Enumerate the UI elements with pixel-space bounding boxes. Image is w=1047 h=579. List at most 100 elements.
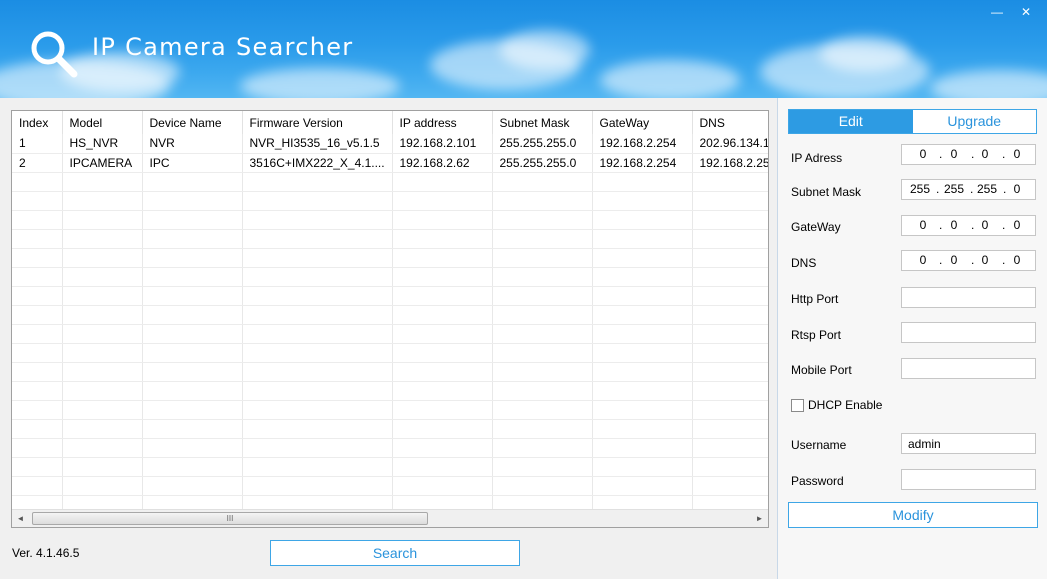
table-cell [492, 343, 593, 363]
table-cell [592, 457, 693, 477]
table-row[interactable] [12, 248, 768, 268]
ip-octet[interactable]: 0 [910, 147, 936, 161]
table-cell [592, 381, 693, 401]
table-row[interactable] [12, 438, 768, 458]
ip-octet[interactable]: 0 [1004, 147, 1030, 161]
minimize-icon[interactable]: — [984, 2, 1010, 22]
table-cell [592, 248, 693, 268]
table-cell [692, 419, 768, 439]
table-row[interactable] [12, 172, 768, 192]
subnet-octet[interactable]: 0 [1004, 182, 1030, 196]
table-row[interactable] [12, 381, 768, 401]
column-header[interactable]: Model [62, 111, 143, 134]
table-row[interactable]: 2 IPCAMERA IPC 3516C+IMX222_X_4.1.... 192.16… [12, 153, 768, 173]
table-cell [692, 438, 768, 458]
gateway-octet[interactable]: 0 [1004, 218, 1030, 232]
table-row[interactable] [12, 305, 768, 325]
dns-octet[interactable]: 0 [941, 253, 967, 267]
gateway-octet[interactable]: 0 [910, 218, 936, 232]
ip-octet[interactable]: 0 [941, 147, 967, 161]
column-header[interactable]: Subnet Mask [492, 111, 593, 134]
dns-octet[interactable]: 0 [1004, 253, 1030, 267]
table-cell [392, 419, 493, 439]
username-input[interactable]: admin [901, 433, 1036, 454]
ip-octet[interactable]: 0 [972, 147, 998, 161]
table-cell [592, 419, 693, 439]
column-header[interactable]: IP address [392, 111, 493, 134]
mobile-port-input[interactable] [901, 358, 1036, 379]
rtsp-port-label: Rtsp Port [791, 328, 842, 342]
rtsp-port-input[interactable] [901, 322, 1036, 343]
magnifier-logo-icon [31, 31, 78, 78]
table-cell [692, 457, 768, 477]
table-row[interactable] [12, 191, 768, 211]
tab-edit[interactable]: Edit [789, 110, 913, 133]
horizontal-scrollbar[interactable]: ◄ III ► [12, 509, 768, 527]
table-row[interactable] [12, 267, 768, 287]
scroll-right-icon[interactable]: ► [751, 510, 768, 527]
ip-address-field[interactable]: 0 . 0 . 0 . 0 [901, 144, 1036, 165]
table-cell: NVR_HI3535_16_v5.1.5 [242, 134, 393, 154]
table-cell [62, 476, 143, 496]
http-port-input[interactable] [901, 287, 1036, 308]
column-header[interactable]: Index [12, 111, 63, 134]
panel-tabs: Edit Upgrade [788, 109, 1037, 134]
table-row[interactable] [12, 495, 768, 509]
table-cell [492, 362, 593, 382]
table-cell: 192.168.2.101 [392, 134, 493, 154]
dhcp-checkbox[interactable] [791, 398, 804, 412]
search-button[interactable]: Search [270, 540, 520, 566]
modify-button[interactable]: Modify [788, 502, 1038, 528]
table-row[interactable] [12, 324, 768, 344]
dhcp-row[interactable]: DHCP Enable [791, 398, 882, 412]
ip-address-label: IP Adress [791, 151, 843, 165]
table-cell [592, 210, 693, 230]
table-cell [12, 191, 63, 211]
table-cell [392, 191, 493, 211]
column-header[interactable]: Device Name [142, 111, 243, 134]
table-row[interactable] [12, 400, 768, 420]
table-cell [242, 381, 393, 401]
column-header[interactable]: DNS [692, 111, 768, 134]
subnet-octet[interactable]: 255 [974, 182, 1000, 196]
subnet-mask-field[interactable]: 255 . 255 . 255 . 0 [901, 179, 1036, 200]
table-row[interactable] [12, 419, 768, 439]
table-cell [62, 495, 143, 509]
table-cell [592, 495, 693, 509]
table-cell: HS_NVR [62, 134, 143, 154]
table-row[interactable] [12, 362, 768, 382]
table-row[interactable] [12, 210, 768, 230]
subnet-octet[interactable]: 255 [907, 182, 933, 196]
gateway-octet[interactable]: 0 [972, 218, 998, 232]
subnet-mask-label: Subnet Mask [791, 185, 862, 199]
dns-field[interactable]: 0 . 0 . 0 . 0 [901, 250, 1036, 271]
table-cell [142, 419, 243, 439]
gateway-octet[interactable]: 0 [941, 218, 967, 232]
column-header[interactable]: Firmware Version [242, 111, 393, 134]
table-cell [392, 476, 493, 496]
table-row[interactable] [12, 343, 768, 363]
dns-octet[interactable]: 0 [910, 253, 936, 267]
table-cell [692, 305, 768, 325]
dns-octet[interactable]: 0 [972, 253, 998, 267]
scroll-thumb[interactable]: III [32, 512, 428, 525]
tab-upgrade[interactable]: Upgrade [912, 110, 1036, 133]
password-input[interactable] [901, 469, 1036, 490]
scroll-left-icon[interactable]: ◄ [12, 510, 29, 527]
table-cell [692, 172, 768, 192]
table-row[interactable] [12, 286, 768, 306]
table-cell [392, 172, 493, 192]
table-row[interactable] [12, 476, 768, 496]
table-cell [692, 248, 768, 268]
gateway-field[interactable]: 0 . 0 . 0 . 0 [901, 215, 1036, 236]
subnet-octet[interactable]: 255 [941, 182, 967, 196]
table-cell [242, 343, 393, 363]
close-icon[interactable]: ✕ [1013, 2, 1039, 22]
table-row[interactable] [12, 457, 768, 477]
table-row[interactable]: 1 HS_NVR NVR NVR_HI3535_16_v5.1.5 192.168.2.… [12, 134, 768, 154]
table-cell [242, 172, 393, 192]
table-cell: 255.255.255.0 [492, 153, 593, 173]
table-cell [242, 210, 393, 230]
column-header[interactable]: GateWay [592, 111, 693, 134]
table-row[interactable] [12, 229, 768, 249]
